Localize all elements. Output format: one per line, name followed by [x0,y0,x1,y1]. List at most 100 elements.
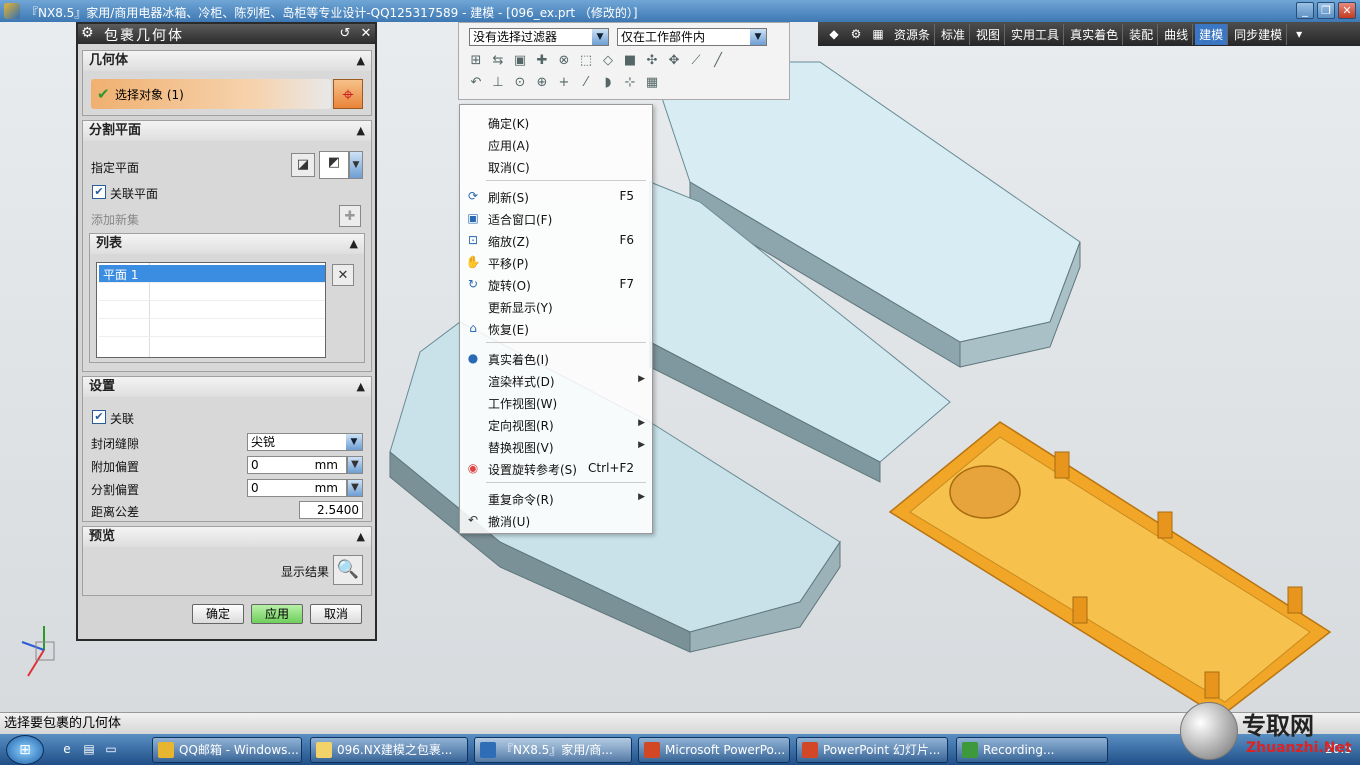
tab-resource-bar[interactable]: 资源条 [890,23,936,45]
body-select-icon[interactable]: ◇ [599,52,617,70]
menu-item-label: 重复命令(R) [488,493,554,507]
associative-checkbox[interactable]: ✔ [92,410,106,424]
point-icon[interactable]: + [555,74,573,92]
select-object-button[interactable]: ⌖ [333,79,363,109]
tab-synchronous-modeling[interactable]: 同步建模 [1230,23,1288,45]
list-header[interactable]: 列表 ▲ [90,234,364,254]
tab-utilities[interactable]: 实用工具 [1007,23,1065,45]
menu-item-label: 平移(P) [488,257,529,271]
close-gaps-dropdown[interactable]: 尖锐 ▼ [247,433,363,451]
geometry-section-header[interactable]: 几何体 ▲ [83,51,371,71]
face-icon[interactable]: ◗ [599,74,617,92]
assembly-select-icon[interactable]: ⊗ [555,52,573,70]
solid-icon[interactable]: ■ [621,52,639,70]
menu-item-cancel[interactable]: 取消(C) [460,155,652,177]
toolbar-options-icon[interactable]: ▾ [1289,25,1309,43]
center-point-icon[interactable]: ⊙ [511,74,529,92]
menu-item-ok[interactable]: 确定(K) [460,111,652,133]
type-filter-dropdown[interactable]: 没有选择过滤器 ▼ [469,28,609,46]
specify-plane-label: 指定平面 [91,161,140,175]
line-icon[interactable]: ⟋ [687,52,705,70]
edge-icon[interactable]: ⁄ [577,74,595,92]
restore-button[interactable]: ❐ [1317,2,1335,19]
split-offset-options-icon[interactable]: ▼ [347,479,363,497]
minimize-button[interactable]: _ [1296,2,1314,19]
gear-icon[interactable]: ⚙ [81,25,94,41]
curve-icon[interactable]: ↶ [467,74,485,92]
tab-view[interactable]: 视图 [972,23,1006,45]
arc-center-icon[interactable]: ⊕ [533,74,551,92]
select-object-row[interactable]: ✔ 选择对象 (1) [91,79,331,109]
tab-assembly[interactable]: 装配 [1125,23,1159,45]
move-icon[interactable]: ✣ [643,52,661,70]
distance-tolerance-input[interactable]: 2.5400 [299,501,363,519]
task-recording[interactable]: Recording... [956,737,1108,763]
menu-item-true-shading[interactable]: ● 真实着色(I) [460,347,652,369]
preview-section-header[interactable]: 预览 ▲ [83,527,371,547]
show-desktop-icon[interactable]: ▭ [102,740,120,758]
tab-modeling[interactable]: 建模 [1195,23,1229,45]
line-alt-icon[interactable]: ╱ [709,52,727,70]
menu-item-fit[interactable]: ▣ 适合窗口(F) [460,207,652,229]
menu-item-repeat[interactable]: 重复命令(R) ▶ [460,487,652,509]
start-button[interactable]: ⊞ [6,735,44,765]
task-folder[interactable]: 096.NX建模之包裹... [310,737,468,763]
menu-item-pan[interactable]: ✋ 平移(P) [460,251,652,273]
menu-item-update-display[interactable]: 更新显示(Y) [460,295,652,317]
add-offset-input[interactable]: 0 mm [247,456,347,474]
tab-standard[interactable]: 标准 [937,23,971,45]
snap-icon[interactable]: ⇆ [489,52,507,70]
list-item[interactable]: 平面 1 [99,265,325,283]
cancel-button[interactable]: 取消 [310,604,362,624]
menu-item-restore[interactable]: ⌂ 恢复(E) [460,317,652,339]
intersection-icon[interactable]: ⊹ [621,74,639,92]
settings-section-header[interactable]: 设置 ▲ [83,377,371,397]
grid-icon[interactable]: ▦ [868,25,888,43]
task-slideshow[interactable]: PowerPoint 幻灯片... [796,737,948,763]
tab-true-shading[interactable]: 真实着色 [1066,23,1124,45]
menu-item-render-style[interactable]: 渲染样式(D) ▶ [460,369,652,391]
plane-options-dropdown[interactable]: ▼ [349,151,363,179]
add-offset-options-icon[interactable]: ▼ [347,456,363,474]
inferred-plane-icon[interactable]: ◩ [319,151,349,179]
task-label: Recording... [983,743,1055,757]
plane-list[interactable]: 平面 1 [96,262,326,358]
plane-dialog-icon[interactable]: ◪ [291,153,315,177]
component-icon[interactable]: ✚ [533,52,551,70]
menu-item-undo[interactable]: ↶ 撤消(U) [460,509,652,531]
add-new-set-button[interactable]: ✚ [339,205,361,227]
explorer-icon[interactable]: ▤ [80,740,98,758]
ie-icon[interactable]: e [58,740,76,758]
menu-item-orient-view[interactable]: 定向视图(R) ▶ [460,413,652,435]
normal-icon[interactable]: ⊥ [489,74,507,92]
split-plane-section-header[interactable]: 分割平面 ▲ [83,121,371,141]
task-qq-mail[interactable]: QQ邮箱 - Windows... [152,737,302,763]
apply-button[interactable]: 应用 [251,604,303,624]
reset-icon[interactable]: ↺ [336,25,354,42]
ok-button[interactable]: 确定 [192,604,244,624]
task-nx[interactable]: 『NX8.5』家用/商... [474,737,632,763]
associative-plane-checkbox[interactable]: ✔ [92,185,106,199]
menu-item-rotate-ref[interactable]: ◉ 设置旋转参考(S) Ctrl+F2 [460,457,652,479]
menu-item-rotate[interactable]: ↻ 旋转(O) F7 [460,273,652,295]
menu-item-work-view[interactable]: 工作视图(W) [460,391,652,413]
grid-snap-icon[interactable]: ▦ [643,74,661,92]
transform-icon[interactable]: ✥ [665,52,683,70]
rect-select-icon[interactable]: ⬚ [577,52,595,70]
menu-item-replace-view[interactable]: 替换视图(V) ▶ [460,435,652,457]
close-button[interactable]: ✕ [1338,2,1356,19]
magnifier-icon[interactable]: 🔍 [333,555,363,585]
dialog-close-icon[interactable]: ✕ [357,25,375,42]
scope-dropdown[interactable]: 仅在工作部件内 ▼ [617,28,767,46]
menu-item-refresh[interactable]: ⟳ 刷新(S) F5 [460,185,652,207]
tab-curve[interactable]: 曲线 [1160,23,1194,45]
feature-select-icon[interactable]: ▣ [511,52,529,70]
split-offset-input[interactable]: 0 mm [247,479,347,497]
menu-item-apply[interactable]: 应用(A) [460,133,652,155]
menu-item-zoom[interactable]: ⊡ 缩放(Z) F6 [460,229,652,251]
check-icon: ✔ [97,85,110,103]
select-all-icon[interactable]: ⊞ [467,52,485,70]
delete-list-item-icon[interactable]: ✕ [332,264,354,286]
task-powerpoint[interactable]: Microsoft PowerPo... [638,737,790,763]
gear-icon[interactable]: ⚙ [846,25,866,43]
